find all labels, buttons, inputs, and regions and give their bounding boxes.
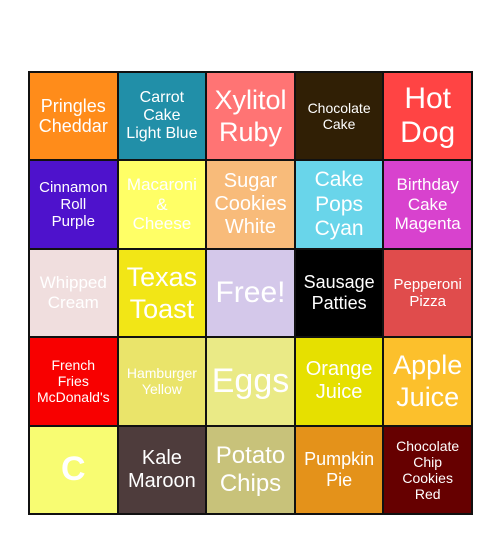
bingo-cell[interactable]: Pepperoni Pizza	[384, 249, 471, 337]
bingo-cell[interactable]: Pumpkin Pie	[295, 426, 383, 513]
bingo-cell[interactable]: Hamburger Yellow	[118, 338, 206, 425]
bingo-cell[interactable]: Potato Chips	[207, 426, 294, 513]
cell-label: Whipped Cream	[39, 273, 107, 312]
cell-label: Birthday Cake Magenta	[394, 175, 461, 234]
bingo-cell[interactable]: Xylitol Ruby	[207, 73, 294, 160]
bingo-cell[interactable]: Carrot Cake Light Blue	[118, 73, 206, 160]
bingo-cell[interactable]: Cinnamon Roll Purple	[30, 161, 117, 248]
cell-label: Chocolate Chip Cookies Red	[396, 437, 460, 502]
cell-label: French Fries McDonald's	[36, 357, 110, 406]
bingo-cell[interactable]: Macaroni & Cheese	[118, 161, 206, 248]
cell-label: Macaroni & Cheese	[126, 175, 197, 234]
cell-label: Free!	[215, 275, 286, 309]
cell-label: Kale Maroon	[127, 446, 196, 492]
bingo-cell[interactable]: Sausage Patties	[295, 249, 383, 337]
cell-label: Texas Toast	[126, 261, 198, 324]
cell-label: Pumpkin Pie	[304, 449, 375, 490]
bingo-board: Pringles Cheddar Carrot Cake Light Blue …	[28, 71, 473, 515]
bingo-cell[interactable]: Whipped Cream	[30, 249, 117, 337]
cell-label: Orange Juice	[305, 358, 373, 404]
cell-label: Pringles Cheddar	[38, 95, 108, 137]
bingo-cell[interactable]: Cake Pops Cyan	[295, 161, 383, 248]
cell-label: Sugar Cookies White	[214, 170, 287, 239]
cell-label: Chocolate Cake	[307, 100, 371, 133]
cell-label: Cinnamon Roll Purple	[39, 178, 108, 231]
free-space[interactable]: Free!	[207, 249, 294, 337]
cell-label: Apple Juice	[393, 350, 463, 413]
cell-label: Pepperoni Pizza	[393, 275, 462, 310]
cell-label: Cake Pops Cyan	[314, 168, 364, 240]
cell-label: Hamburger Yellow	[126, 365, 197, 398]
bingo-cell[interactable]: Apple Juice	[384, 338, 471, 425]
bingo-cell[interactable]: Sugar Cookies White	[207, 161, 294, 248]
cell-label: Sausage Patties	[303, 272, 375, 313]
bingo-cell[interactable]: Chocolate Cake	[295, 73, 383, 160]
bingo-cell[interactable]: Chocolate Chip Cookies Red	[384, 426, 471, 513]
bingo-cell[interactable]: Eggs	[207, 338, 294, 425]
bingo-cell[interactable]: Hot Dog	[384, 73, 471, 160]
bingo-cell[interactable]: Orange Juice	[295, 338, 383, 425]
bingo-cell[interactable]: French Fries McDonald's	[30, 338, 117, 425]
cell-label: C	[61, 450, 86, 489]
bingo-cell[interactable]: Kale Maroon	[118, 426, 206, 513]
cell-label: Hot Dog	[400, 81, 456, 150]
bingo-cell[interactable]: C	[30, 426, 117, 513]
cell-label: Carrot Cake Light Blue	[126, 88, 198, 143]
cell-label: Eggs	[211, 361, 290, 400]
bingo-cell[interactable]: Pringles Cheddar	[30, 73, 117, 160]
cell-label: Xylitol Ruby	[214, 84, 287, 148]
bingo-cell[interactable]: Texas Toast	[118, 249, 206, 337]
bingo-cell[interactable]: Birthday Cake Magenta	[384, 161, 471, 248]
cell-label: Potato Chips	[215, 442, 286, 497]
